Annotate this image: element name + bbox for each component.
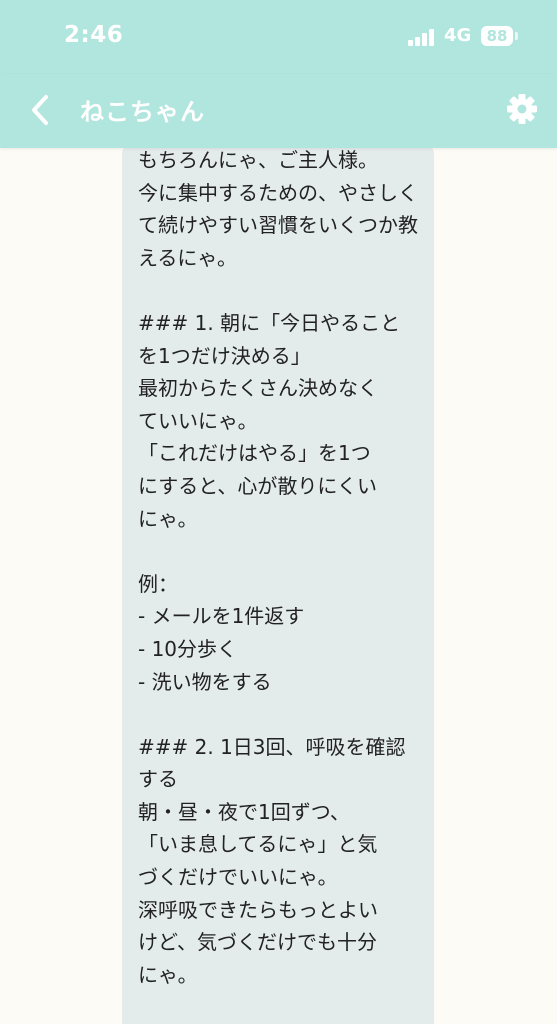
battery-icon: 88 — [481, 26, 513, 46]
battery-tip — [515, 32, 518, 40]
chat-title: ねこちゃん — [80, 98, 205, 126]
status-time: 2:46 — [64, 22, 124, 48]
cellular-signal-icon — [408, 29, 436, 46]
chevron-left-icon — [32, 95, 48, 125]
network-type: 4G — [444, 25, 472, 46]
message-text: もちろんにゃ、ご主人様。 今に集中するための、やさしくて続けやすい習慣をいくつか… — [138, 148, 418, 987]
settings-button[interactable] — [504, 91, 540, 127]
message-bubble: もちろんにゃ、ご主人様。 今に集中するための、やさしくて続けやすい習慣をいくつか… — [122, 148, 434, 1024]
status-bar: 2:46 4G 88 — [0, 0, 557, 74]
chat-area[interactable]: もちろんにゃ、ご主人様。 今に集中するための、やさしくて続けやすい習慣をいくつか… — [0, 148, 557, 1024]
app-header: ねこちゃん — [0, 74, 557, 148]
gear-icon — [507, 94, 537, 124]
back-button[interactable] — [22, 88, 62, 132]
